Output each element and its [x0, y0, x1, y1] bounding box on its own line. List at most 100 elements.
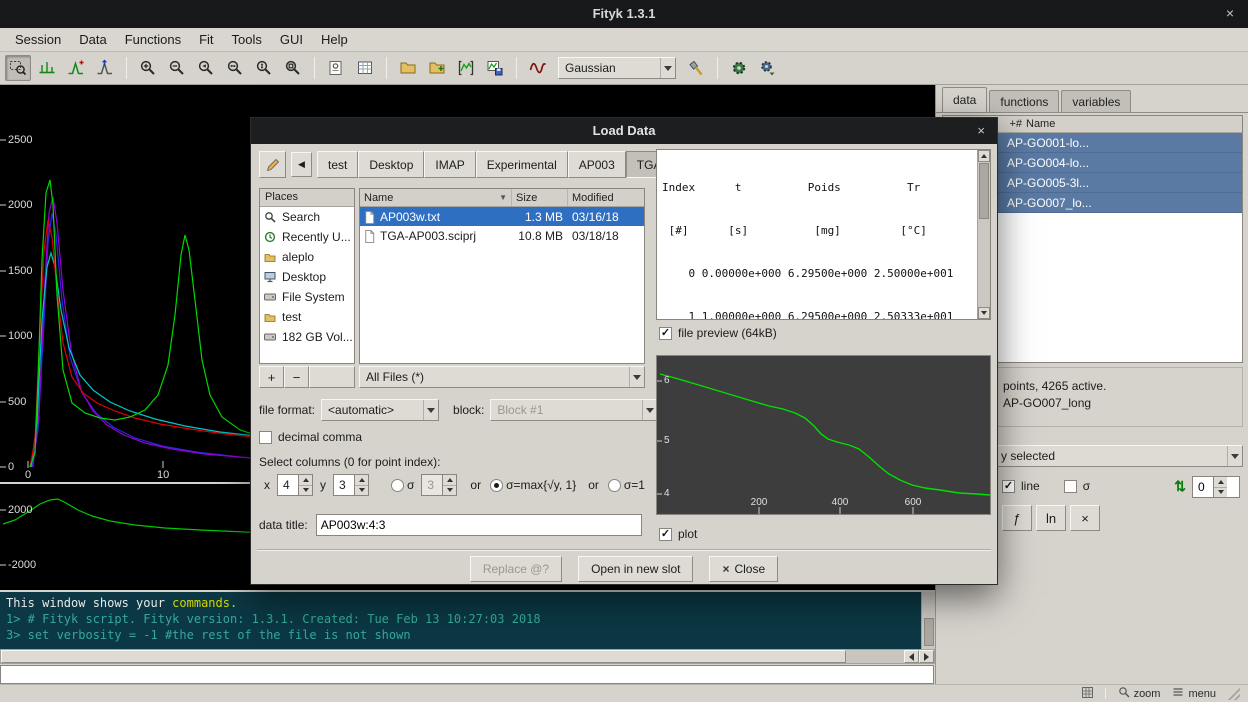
tab-variables[interactable]: variables: [1061, 90, 1131, 112]
place-file-system[interactable]: File System: [260, 287, 354, 307]
file-row[interactable]: TGA-AP003.sciprj 10.8 MB 03/18/18: [360, 226, 644, 245]
zoom-in-button[interactable]: [135, 55, 161, 81]
console-vscrollbar[interactable]: [921, 592, 935, 649]
place-search[interactable]: Search: [260, 207, 354, 227]
scroll-left-icon[interactable]: [904, 650, 919, 663]
place-desktop[interactable]: Desktop: [260, 267, 354, 287]
menu-functions[interactable]: Functions: [116, 29, 190, 50]
place-test[interactable]: test: [260, 307, 354, 327]
path-crumb-test[interactable]: test: [317, 151, 358, 178]
menu-data[interactable]: Data: [70, 29, 115, 50]
data-range-mode-button[interactable]: [34, 55, 60, 81]
data-table-button[interactable]: [352, 55, 378, 81]
menu-help[interactable]: Help: [312, 29, 357, 50]
add-function-button[interactable]: [683, 55, 709, 81]
function-type-select[interactable]: Gaussian: [558, 57, 676, 79]
window-close-button[interactable]: ×: [1226, 5, 1234, 21]
folder-icon: [264, 311, 277, 324]
column-name[interactable]: Name▼: [360, 189, 512, 206]
preview-scrollbar[interactable]: [977, 150, 990, 319]
zoom-out-button[interactable]: [164, 55, 190, 81]
window-title: Fityk 1.3.1: [0, 6, 1248, 21]
data-log-button[interactable]: ln: [1036, 505, 1066, 531]
y-column-spinner[interactable]: 3: [333, 474, 369, 496]
scroll-up-icon[interactable]: [978, 150, 990, 162]
scroll-down-icon[interactable]: [978, 307, 990, 319]
path-back-button[interactable]: ◀: [291, 152, 312, 177]
tab-data[interactable]: data: [942, 87, 987, 112]
resize-grip[interactable]: [1228, 688, 1240, 700]
menu-fit[interactable]: Fit: [190, 29, 222, 50]
save-image-button[interactable]: [482, 55, 508, 81]
sigma-column-radio[interactable]: [391, 479, 404, 492]
spinner-arrows-icon[interactable]: [298, 475, 312, 495]
data-title-input[interactable]: [316, 514, 642, 536]
column-modified[interactable]: Modified: [568, 189, 644, 206]
add-peak-mode-button[interactable]: [63, 55, 89, 81]
path-crumb-desktop[interactable]: Desktop: [358, 151, 424, 178]
open-in-new-slot-button[interactable]: Open in new slot: [578, 556, 693, 582]
replace-button[interactable]: Replace @?: [470, 556, 562, 582]
place-volume[interactable]: 182 GB Vol...: [260, 327, 354, 347]
column-size[interactable]: Size: [512, 189, 568, 206]
sort-desc-icon: ▼: [499, 193, 507, 202]
plot-checkbox[interactable]: ✓: [659, 528, 672, 541]
spinner-arrows-icon[interactable]: [1213, 477, 1227, 497]
spinner-arrows-icon[interactable]: [354, 475, 368, 495]
console-hscrollbar[interactable]: [0, 649, 935, 664]
type-filename-button[interactable]: [259, 151, 286, 178]
file-preview-checkbox[interactable]: ✓: [659, 327, 672, 340]
path-crumb-imap[interactable]: IMAP: [424, 151, 475, 178]
line-checkbox[interactable]: ✓: [1002, 480, 1015, 493]
sigma-max-radio[interactable]: [490, 479, 503, 492]
file-format-select[interactable]: <automatic>: [321, 399, 439, 421]
file-type-select[interactable]: All Files (*): [359, 366, 645, 388]
sigma-column-spinner[interactable]: 3: [421, 474, 457, 496]
path-crumb-ap003[interactable]: AP003: [568, 151, 626, 178]
zoom-mode-button[interactable]: [5, 55, 31, 81]
shift-spinner[interactable]: 0: [1192, 476, 1240, 498]
add-place-button[interactable]: +: [259, 366, 284, 388]
path-crumb-experimental[interactable]: Experimental: [476, 151, 568, 178]
zoom-all-button[interactable]: [280, 55, 306, 81]
console-vscrollbar-thumb[interactable]: [924, 618, 934, 646]
fit-button[interactable]: [525, 55, 551, 81]
remove-place-button[interactable]: −: [284, 366, 309, 388]
sigma-checkbox[interactable]: [1064, 480, 1077, 493]
data-delete-button[interactable]: ×: [1070, 505, 1100, 531]
x-column-spinner[interactable]: 4: [277, 474, 313, 496]
check-icon: ✓: [1004, 481, 1013, 492]
place-home[interactable]: aleplo: [260, 247, 354, 267]
zoom-horizontal-button[interactable]: [222, 55, 248, 81]
zoom-previous-button[interactable]: [193, 55, 219, 81]
preview-scrollbar-thumb[interactable]: [979, 163, 989, 219]
gui-config-button[interactable]: [323, 55, 349, 81]
menu-gui[interactable]: GUI: [271, 29, 312, 50]
sigma-one-radio[interactable]: [608, 479, 621, 492]
zoom-status[interactable]: zoom: [1134, 688, 1161, 700]
dialog-close-button[interactable]: ×: [977, 118, 985, 144]
scroll-right-icon[interactable]: [919, 650, 934, 663]
place-recent[interactable]: Recently U...: [260, 227, 354, 247]
open-data-slot-button[interactable]: [424, 55, 450, 81]
hscrollbar-track[interactable]: [846, 650, 904, 663]
run-script-alt-button[interactable]: [755, 55, 781, 81]
hscrollbar-thumb[interactable]: [1, 650, 846, 663]
run-script-button[interactable]: [726, 55, 752, 81]
export-image-button[interactable]: [453, 55, 479, 81]
tab-functions[interactable]: functions: [989, 90, 1059, 112]
drag-peak-mode-button[interactable]: [92, 55, 118, 81]
zoom-vertical-button[interactable]: [251, 55, 277, 81]
file-row-selected[interactable]: AP003w.txt 1.3 MB 03/16/18: [360, 207, 644, 226]
place-label: Recently U...: [282, 230, 351, 244]
command-input[interactable]: [0, 665, 934, 684]
menu-status[interactable]: menu: [1188, 688, 1216, 700]
toolbar-separator: [126, 57, 127, 79]
open-data-button[interactable]: [395, 55, 421, 81]
menu-tools[interactable]: Tools: [223, 29, 271, 50]
decimal-comma-checkbox[interactable]: [259, 431, 272, 444]
close-button[interactable]: ×Close: [709, 556, 778, 582]
block-select[interactable]: Block #1: [490, 399, 658, 421]
menu-session[interactable]: Session: [6, 29, 70, 50]
data-transform-button[interactable]: ƒ: [1002, 505, 1032, 531]
